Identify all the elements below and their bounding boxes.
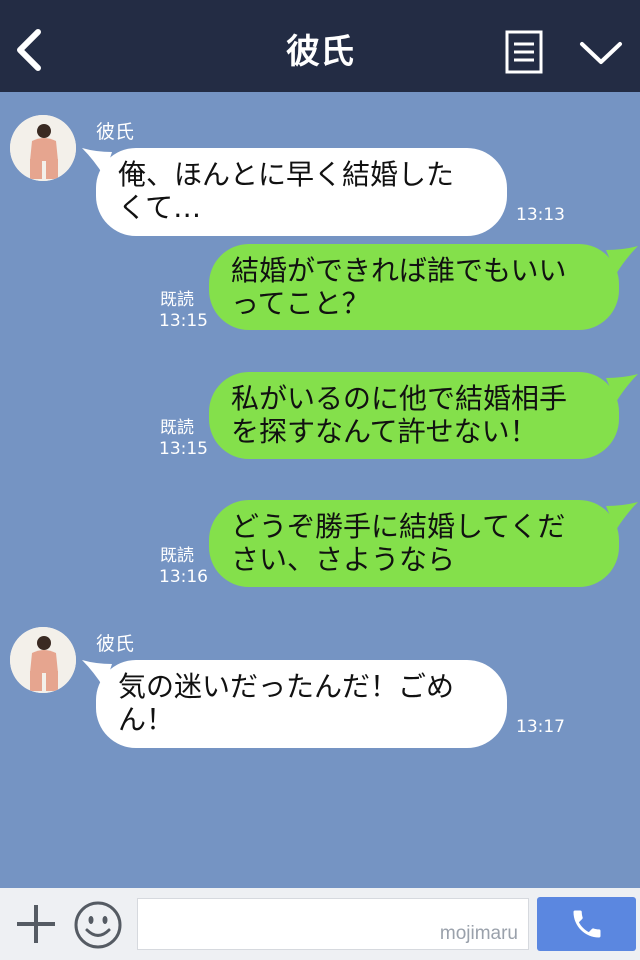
phone-icon <box>573 910 601 938</box>
read-receipt: 既読 <box>160 546 194 566</box>
read-receipt: 既読 <box>160 290 194 310</box>
chat-title: 彼氏 <box>286 32 354 72</box>
avatar[interactable] <box>10 115 76 181</box>
smiley-icon[interactable] <box>73 900 123 950</box>
message-input[interactable]: mojimaru <box>137 898 529 950</box>
plus-icon[interactable] <box>14 902 58 946</box>
message-bubble[interactable]: 俺、ほんとに早く結婚した くて… <box>96 148 507 236</box>
message-time: 13:15 <box>159 311 208 331</box>
message-time: 13:13 <box>516 205 565 225</box>
input-bar: mojimaru <box>0 888 640 960</box>
sender-name: 彼氏 <box>96 121 135 143</box>
menu-icon[interactable] <box>505 30 543 74</box>
sender-name: 彼氏 <box>96 633 135 655</box>
message-time: 13:17 <box>516 717 565 737</box>
chevron-down-icon[interactable] <box>578 38 624 68</box>
message-bubble[interactable]: 私がいるのに他で結婚相手 を探すなんて許せない！ <box>209 372 619 459</box>
message-time: 13:16 <box>159 567 208 587</box>
call-button[interactable] <box>537 897 636 951</box>
message-bubble[interactable]: 気の迷いだったんだ！ごめ ん！ <box>96 660 507 748</box>
message-bubble[interactable]: どうぞ勝手に結婚してくだ さい、さようなら <box>209 500 619 587</box>
chat-header: 彼氏 <box>0 0 640 92</box>
avatar[interactable] <box>10 627 76 693</box>
read-receipt: 既読 <box>160 418 194 438</box>
message-bubble[interactable]: 結婚ができれば誰でもいい ってこと？ <box>209 244 619 330</box>
watermark: mojimaru <box>439 923 518 944</box>
message-time: 13:15 <box>159 439 208 459</box>
